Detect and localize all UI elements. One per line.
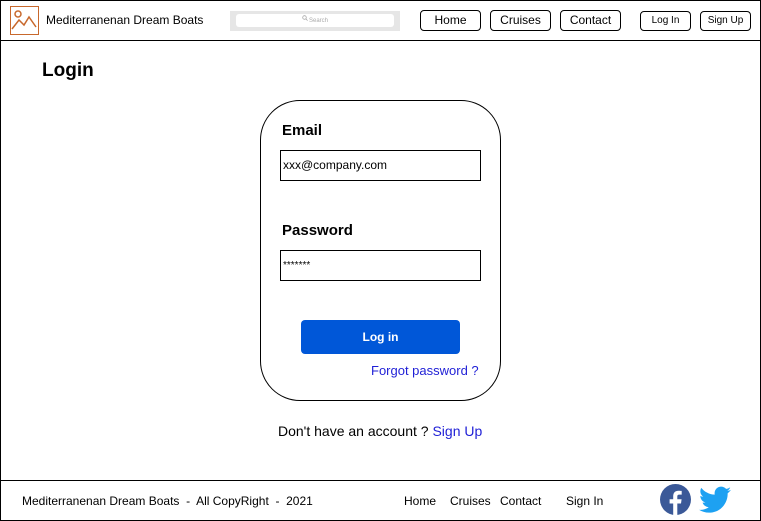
header-login-button[interactable]: Log In [640, 11, 691, 31]
signup-prompt: Don't have an account ? Sign Up [278, 423, 482, 439]
nav-home-button[interactable]: Home [420, 10, 481, 31]
search-icon [302, 14, 308, 27]
nav-cruises-button[interactable]: Cruises [490, 10, 551, 31]
search-placeholder: Search [308, 18, 328, 25]
signup-link[interactable]: Sign Up [432, 423, 482, 439]
footer-divider [0, 480, 761, 481]
footer-nav-cruises[interactable]: Cruises [450, 494, 491, 508]
forgot-password-link[interactable]: Forgot password ? [371, 363, 479, 378]
login-button[interactable]: Log in [301, 320, 460, 354]
header-signup-button[interactable]: Sign Up [700, 11, 751, 31]
twitter-icon[interactable] [699, 486, 731, 514]
email-label: Email [282, 122, 323, 139]
footer-copyright: Mediterranenan Dream Boats - All CopyRig… [22, 494, 313, 508]
page-title: Login [42, 60, 94, 81]
password-label: Password [282, 222, 353, 239]
password-field[interactable]: ******* [280, 250, 481, 281]
search-input[interactable]: Search [236, 14, 394, 27]
brand-name[interactable]: Mediterranenan Dream Boats [46, 13, 203, 27]
email-field[interactable]: xxx@company.com [280, 150, 481, 181]
facebook-icon[interactable] [660, 484, 691, 515]
footer-nav-signin[interactable]: Sign In [566, 494, 603, 508]
search-bar[interactable]: Search [230, 11, 400, 31]
footer-nav-contact[interactable]: Contact [500, 494, 541, 508]
top-header: Mediterranenan Dream Boats Search Home C… [0, 0, 761, 41]
footer-nav-home[interactable]: Home [404, 494, 436, 508]
nav-contact-button[interactable]: Contact [560, 10, 621, 31]
no-account-text: Don't have an account ? [278, 423, 429, 439]
image-placeholder-icon[interactable] [10, 6, 39, 35]
